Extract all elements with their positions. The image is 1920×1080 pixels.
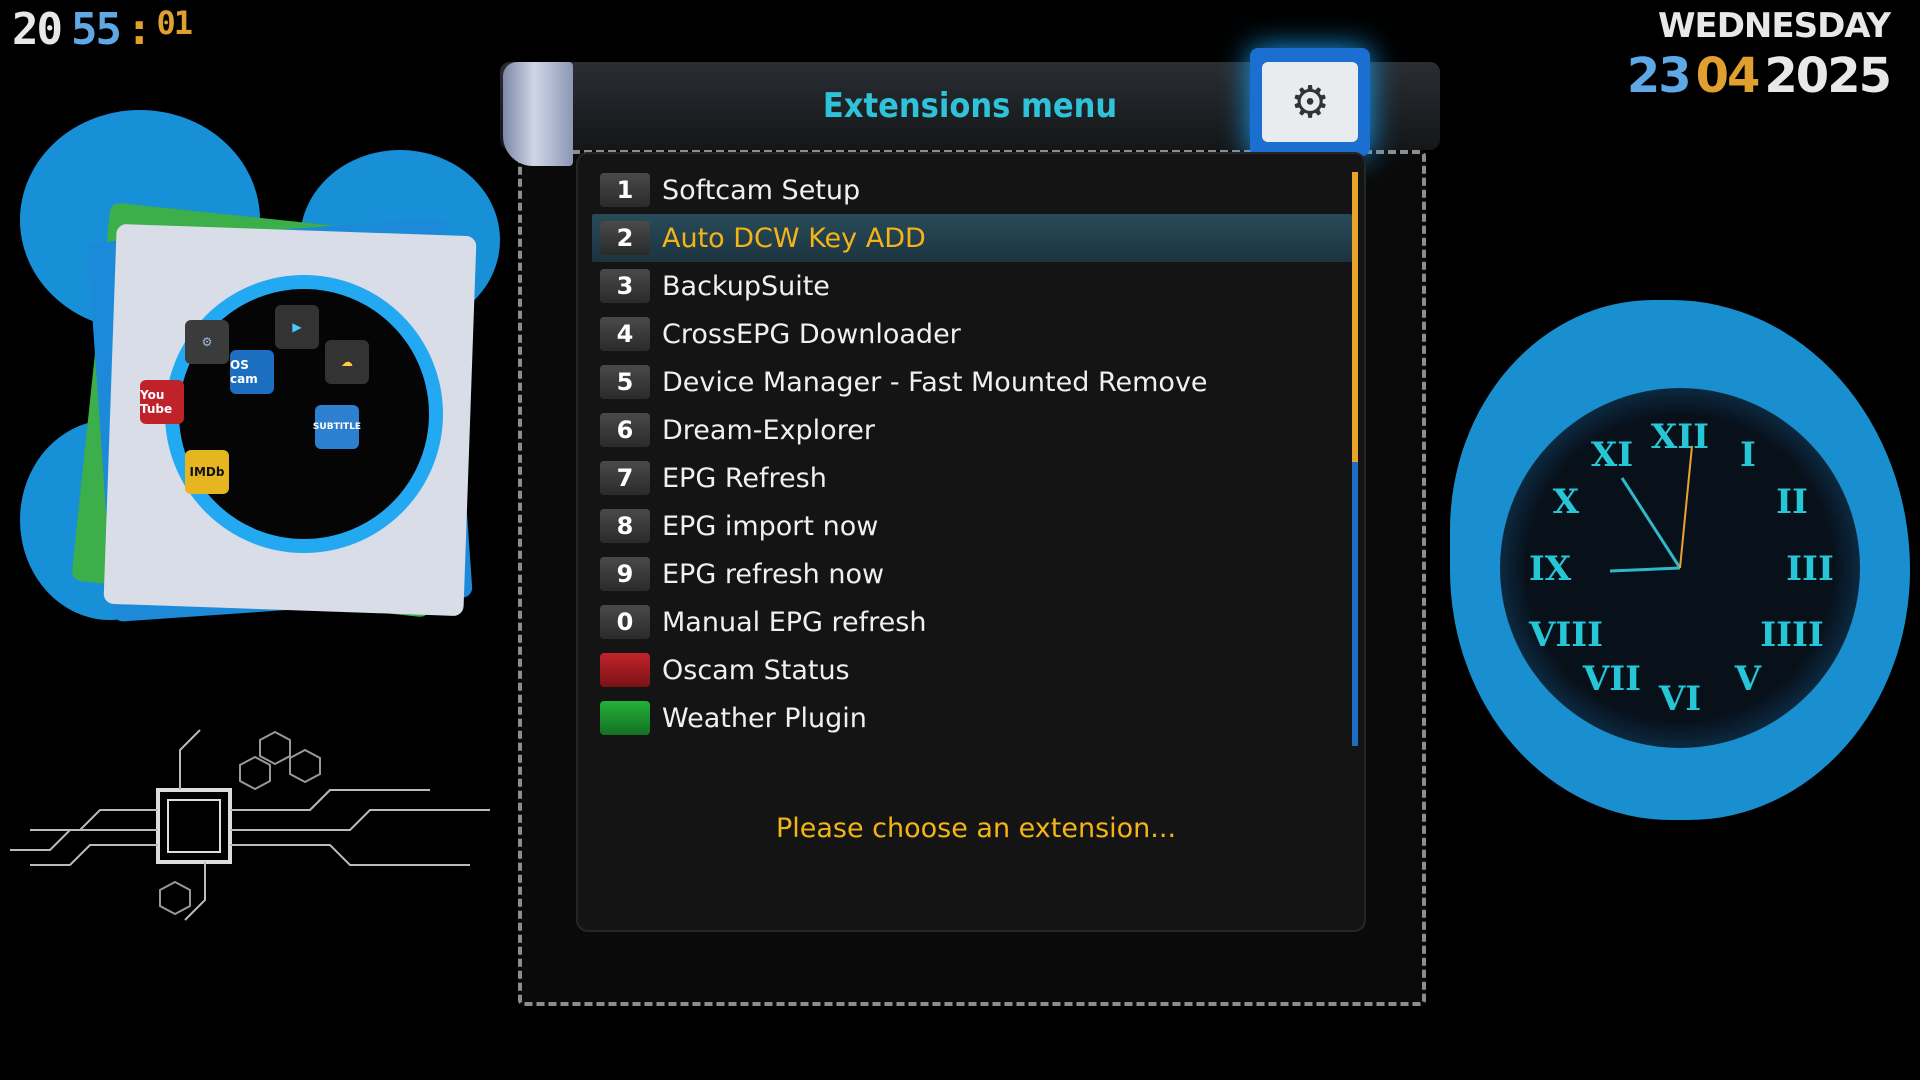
item-label: Weather Plugin — [662, 702, 867, 734]
list-item-backupsuite[interactable]: 3 BackupSuite — [592, 262, 1352, 310]
date-month: 04 — [1695, 48, 1761, 104]
numeral-ii: II — [1776, 482, 1808, 522]
weekday: WEDNESDAY — [1657, 6, 1891, 46]
plugins-cube-image: You Tube OS cam IMDb SUBTITLE ⚙ ▶ ☁ — [70, 200, 490, 623]
key-badge: 7 — [600, 461, 650, 495]
date-year: 2025 — [1764, 48, 1892, 104]
list-item-dream-explorer[interactable]: 6 Dream-Explorer — [592, 406, 1352, 454]
hour-hand — [1609, 566, 1681, 573]
item-label: Auto DCW Key ADD — [662, 222, 926, 254]
key-badge: 2 — [600, 221, 650, 255]
header-scroll-decoration — [503, 62, 573, 166]
numeral-x: X — [1553, 482, 1580, 522]
numeral-v: V — [1734, 659, 1762, 699]
list-item-oscam-status[interactable]: Oscam Status — [592, 646, 1352, 694]
item-label: BackupSuite — [662, 270, 830, 302]
list-item-manual-epg-refresh[interactable]: 0 Manual EPG refresh — [592, 598, 1352, 646]
list-item-device-manager[interactable]: 5 Device Manager - Fast Mounted Remove — [592, 358, 1352, 406]
oscam-icon: OS cam — [230, 350, 274, 394]
item-label: EPG import now — [662, 510, 879, 542]
numeral-iiii: IIII — [1760, 615, 1824, 655]
key-badge: 9 — [600, 557, 650, 591]
key-badge: 3 — [600, 269, 650, 303]
settings-gears-icon: ⚙ — [1250, 48, 1370, 156]
numeral-iii: III — [1786, 549, 1834, 589]
list-item-epg-import-now[interactable]: 8 EPG import now — [592, 502, 1352, 550]
list-item-epg-refresh-now[interactable]: 9 EPG refresh now — [592, 550, 1352, 598]
extensions-list: 1 Softcam Setup 2 Auto DCW Key ADD 3 Backup… — [592, 166, 1352, 742]
second-hand — [1679, 445, 1693, 569]
date-value: 23 04 2025 — [1626, 48, 1892, 104]
clock-minutes: 55 — [70, 4, 122, 55]
item-label: Dream-Explorer — [662, 414, 875, 446]
numeral-i: I — [1740, 435, 1756, 475]
list-item-epg-refresh[interactable]: 7 EPG Refresh — [592, 454, 1352, 502]
numeral-vi: VI — [1658, 679, 1701, 719]
numeral-ix: IX — [1529, 549, 1572, 589]
key-badge: 8 — [600, 509, 650, 543]
date-display: WEDNESDAY 23 04 2025 — [1626, 6, 1892, 104]
key-badge: 1 — [600, 173, 650, 207]
red-key-badge — [600, 653, 650, 687]
youtube-icon: You Tube — [140, 380, 184, 424]
item-label: EPG refresh now — [662, 558, 885, 590]
scrollbar[interactable] — [1352, 172, 1358, 746]
date-day: 23 — [1626, 48, 1692, 104]
status-text: Please choose an extension... — [775, 813, 1177, 844]
numeral-xii: XII — [1651, 417, 1709, 457]
subtitle-icon: SUBTITLE — [313, 405, 361, 449]
analog-clock: XII I II III IIII V VI VII VIII IX X XI — [1500, 388, 1860, 748]
media-player-icon: ▶ — [275, 305, 319, 349]
key-badge: 0 — [600, 605, 650, 639]
item-label: CrossEPG Downloader — [662, 318, 961, 350]
list-item-auto-dcw-key-add[interactable]: 2 Auto DCW Key ADD — [592, 214, 1352, 262]
item-label: Oscam Status — [662, 654, 850, 686]
circuit-board-icon — [10, 729, 490, 921]
clock-seconds: 01 — [156, 4, 193, 42]
green-key-badge — [600, 701, 650, 735]
numeral-viii: VIII — [1528, 615, 1603, 655]
digital-clock: 20 55:01 — [12, 4, 193, 55]
clock-face: XII I II III IIII V VI VII VIII IX X XI — [1528, 417, 1834, 719]
item-label: Manual EPG refresh — [662, 606, 927, 638]
weather-icon: ☁ — [325, 340, 369, 384]
numeral-xi: XI — [1591, 435, 1633, 475]
list-item-weather-plugin[interactable]: Weather Plugin — [592, 694, 1352, 742]
item-label: Device Manager - Fast Mounted Remove — [662, 366, 1208, 398]
clock-hours: 20 — [12, 4, 63, 55]
key-badge: 5 — [600, 365, 650, 399]
key-badge: 6 — [600, 413, 650, 447]
list-item-softcam-setup[interactable]: 1 Softcam Setup — [592, 166, 1352, 214]
numeral-vii: VII — [1582, 659, 1641, 699]
minute-hand — [1620, 477, 1682, 569]
item-label: EPG Refresh — [662, 462, 827, 494]
list-item-crossepg-downloader[interactable]: 4 CrossEPG Downloader — [592, 310, 1352, 358]
scrollbar-thumb[interactable] — [1352, 172, 1358, 462]
gear-icon: ⚙ — [185, 320, 229, 364]
item-label: Softcam Setup — [662, 174, 861, 206]
key-badge: 4 — [600, 317, 650, 351]
clock-colon: : — [125, 4, 152, 55]
gears-icon: ⚙ — [1262, 62, 1358, 142]
page-title: Extensions menu — [822, 86, 1118, 126]
imdb-icon: IMDb — [185, 450, 229, 494]
